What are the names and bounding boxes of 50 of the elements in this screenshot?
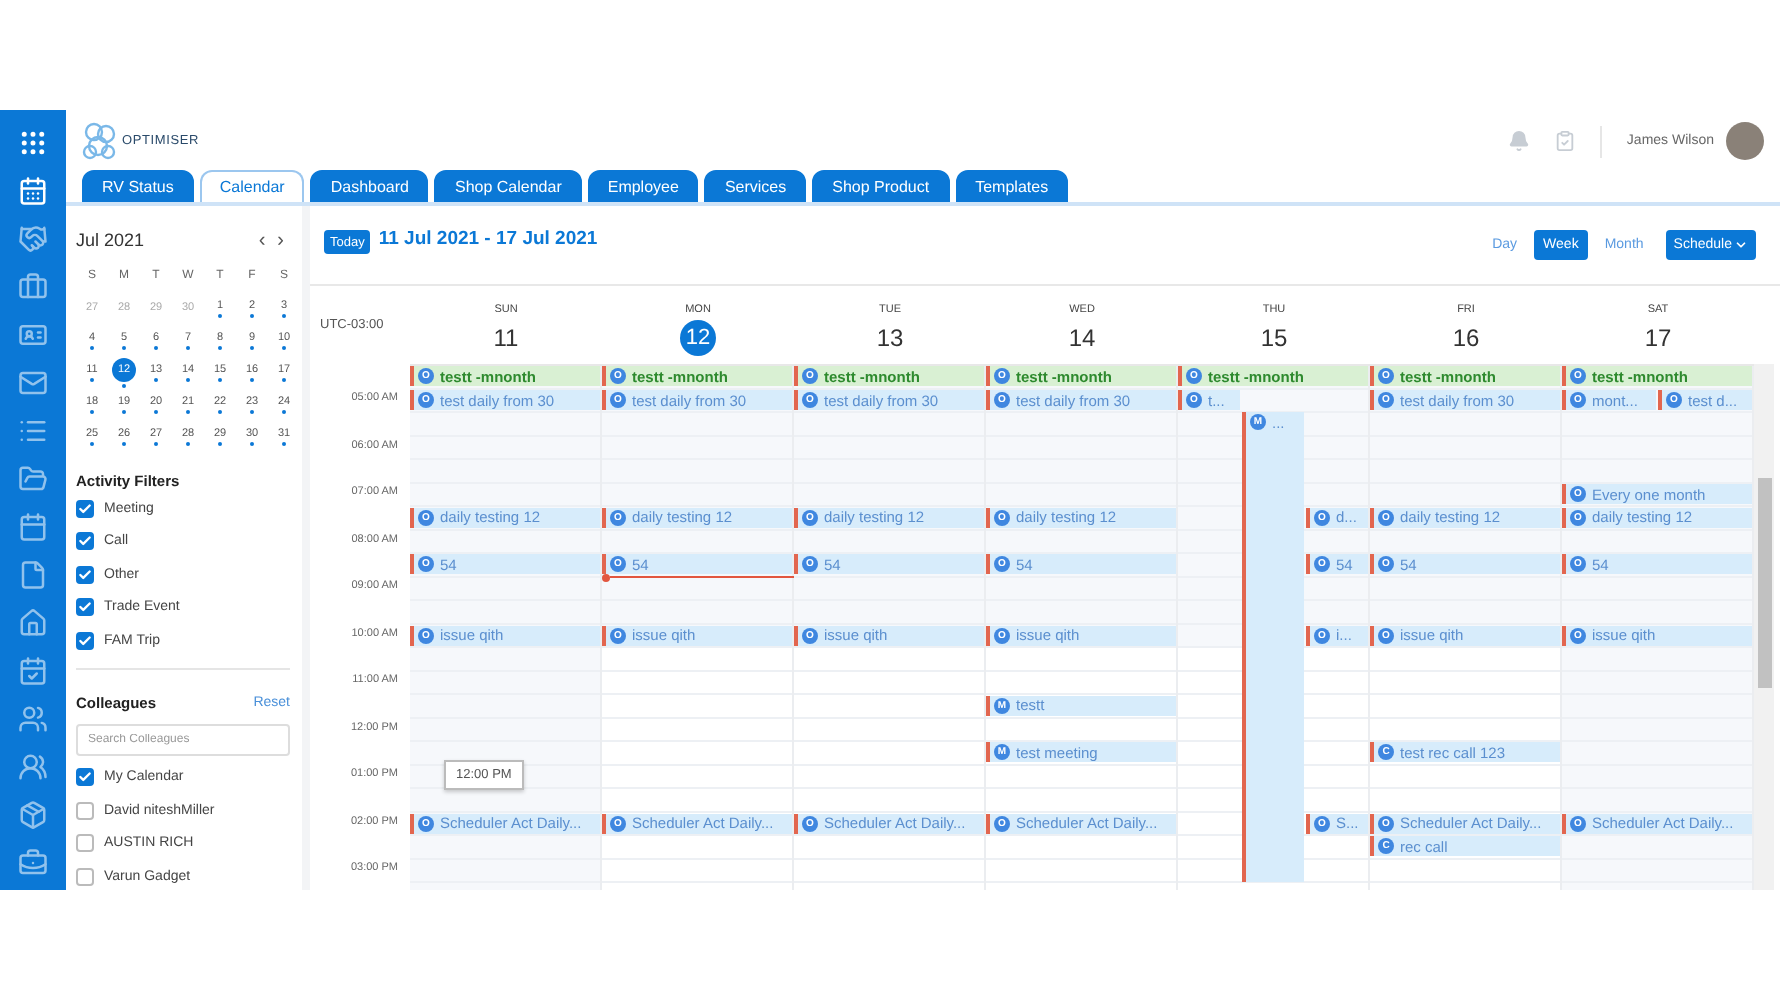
calendar-icon[interactable] xyxy=(18,656,48,686)
day-number[interactable]: 11 xyxy=(493,319,519,356)
tab[interactable]: Employee xyxy=(587,170,699,202)
file-icon[interactable] xyxy=(18,560,48,590)
clipboard-icon[interactable] xyxy=(1554,130,1577,152)
month-title: Jul 2021 xyxy=(76,230,147,250)
briefcase-icon[interactable] xyxy=(18,272,48,302)
tab[interactable]: Templates xyxy=(955,170,1069,202)
apps-grid-icon[interactable] xyxy=(18,128,48,158)
tab[interactable]: Calendar xyxy=(199,170,305,202)
checkbox[interactable] xyxy=(76,801,94,820)
tab[interactable]: Services xyxy=(704,170,807,202)
day-number[interactable]: 16 xyxy=(1452,319,1480,356)
users-icon[interactable] xyxy=(18,704,48,734)
tab[interactable]: Shop Product xyxy=(812,170,950,202)
day-number[interactable]: 13 xyxy=(876,319,904,356)
checkbox[interactable] xyxy=(76,598,94,617)
day-number[interactable]: 17 xyxy=(1644,319,1672,356)
bell-icon[interactable] xyxy=(1508,130,1531,152)
next-month-button[interactable]: › xyxy=(271,229,290,251)
day-number[interactable]: 12 xyxy=(680,319,716,356)
checkbox[interactable] xyxy=(76,532,94,551)
calendar-icon[interactable] xyxy=(18,512,48,542)
home-icon[interactable] xyxy=(18,608,48,638)
tab[interactable]: RV Status xyxy=(82,170,194,202)
briefcase-icon[interactable] xyxy=(18,848,48,878)
handshake-icon[interactable] xyxy=(18,224,48,254)
list-icon[interactable] xyxy=(18,416,48,446)
avatar[interactable] xyxy=(1726,122,1764,160)
previous-month-button[interactable]: ‹ xyxy=(252,229,272,251)
checkbox[interactable] xyxy=(76,834,94,853)
package-icon[interactable] xyxy=(18,800,48,830)
day-number[interactable]: 14 xyxy=(1068,319,1096,356)
checkbox[interactable] xyxy=(76,565,94,584)
checkbox[interactable] xyxy=(76,499,94,518)
id-card-icon[interactable] xyxy=(18,320,48,350)
tab[interactable]: Dashboard xyxy=(310,170,429,202)
date-range: 11 Jul 2021 - 17 Jul 2021 xyxy=(378,228,598,250)
users-icon[interactable] xyxy=(18,752,48,782)
day-number[interactable]: 15 xyxy=(1260,319,1288,356)
folder-icon[interactable] xyxy=(18,464,48,494)
checkbox[interactable] xyxy=(76,867,94,886)
checkbox[interactable] xyxy=(76,631,94,650)
logo-icon xyxy=(80,119,120,163)
tab[interactable]: Shop Calendar xyxy=(434,170,582,202)
caret-icon xyxy=(1734,237,1748,252)
mail-icon[interactable] xyxy=(18,368,48,398)
checkbox[interactable] xyxy=(76,768,94,787)
calendar-icon[interactable] xyxy=(18,176,48,206)
scrollbar[interactable] xyxy=(1754,363,1774,890)
